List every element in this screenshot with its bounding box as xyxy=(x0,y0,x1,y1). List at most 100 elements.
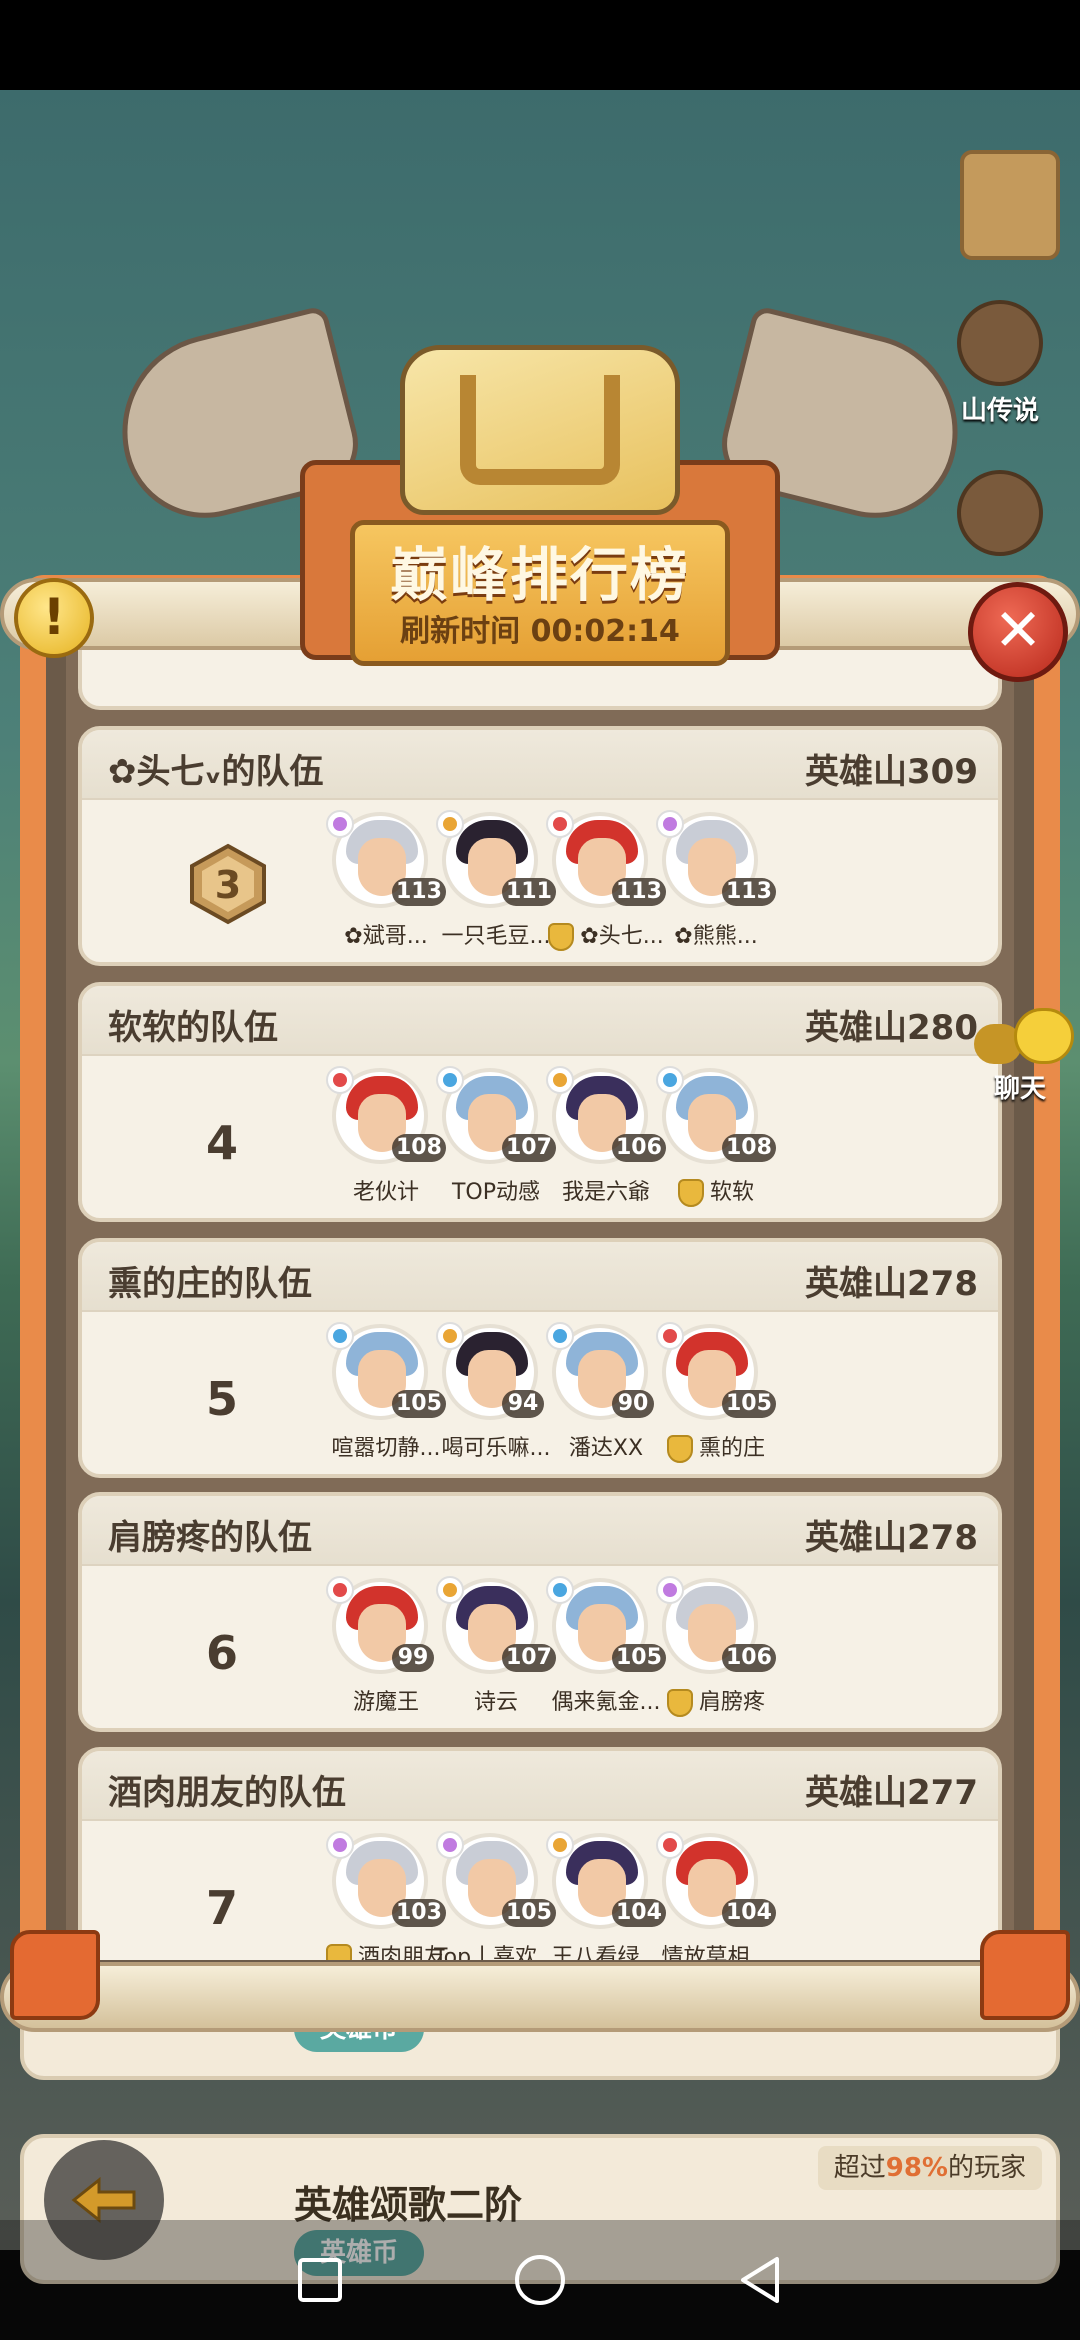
class-dot xyxy=(333,1329,347,1343)
captain-shield-icon xyxy=(666,1689,693,1717)
circle-icon xyxy=(515,2255,565,2305)
level-badge: 105 xyxy=(722,1390,776,1418)
class-dot xyxy=(553,1073,567,1087)
triangle-back-icon xyxy=(741,2257,779,2303)
team-member[interactable]: 105 熏的庄 xyxy=(626,1322,786,1474)
class-dot xyxy=(553,1329,567,1343)
percentile-note: 超过98%的玩家 xyxy=(817,2146,1042,2190)
class-icon xyxy=(436,1322,464,1350)
member-name: 情放莫相... xyxy=(626,1939,806,1960)
class-dot xyxy=(333,1073,347,1087)
caveman-icon xyxy=(957,470,1043,556)
caveman-entry[interactable] xyxy=(940,470,1060,560)
class-dot xyxy=(443,1329,457,1343)
close-button[interactable]: ✕ xyxy=(968,582,1068,682)
class-dot xyxy=(663,817,677,831)
legend-icon xyxy=(957,300,1043,386)
class-dot xyxy=(553,1583,567,1597)
captain-shield-icon xyxy=(548,923,575,951)
frame-rail-bottom xyxy=(0,1962,1080,2032)
class-dot xyxy=(443,817,457,831)
captain-shield-icon xyxy=(325,1944,352,1960)
legend-label: 山传说 xyxy=(960,396,1039,426)
class-icon xyxy=(656,1831,684,1859)
class-dot xyxy=(663,1583,677,1597)
team-card-header: ✿头七ᵥ的队伍 英雄山309 xyxy=(82,730,998,800)
class-icon xyxy=(656,810,684,838)
class-icon xyxy=(546,1066,574,1094)
recents-button[interactable] xyxy=(290,2250,350,2310)
member-name-text: 软软 xyxy=(709,1180,754,1205)
refresh-timer: 刷新时间 00:02:14 xyxy=(400,614,680,649)
team-card-header: 软软的队伍 英雄山280 xyxy=(82,986,998,1056)
team-card[interactable]: ✿头七ᵥ的队伍 英雄山309 3 113 ✿斌哥... 111 一只毛豆... 113 ✿… xyxy=(78,726,1002,966)
member-name-text: ✿熊熊... xyxy=(674,924,758,949)
scroll-icon[interactable] xyxy=(960,150,1060,260)
team-card[interactable]: 软软的队伍 英雄山280 4 108 老伙计 107 TOP动感 106 我是六爺 108 软… xyxy=(78,982,1002,1222)
team-member[interactable]: 106 肩膀疼 xyxy=(626,1576,786,1728)
team-name: 肩膀疼的队伍 xyxy=(108,1518,312,1558)
class-icon xyxy=(326,810,354,838)
rank-number: 4 xyxy=(205,1116,238,1170)
back-arrow-icon xyxy=(71,2176,136,2224)
class-dot xyxy=(333,817,347,831)
class-icon xyxy=(656,1576,684,1604)
class-dot xyxy=(663,1073,677,1087)
corner-ribbon-right xyxy=(980,1930,1070,2020)
team-card-header: 肩膀疼的队伍 英雄山278 xyxy=(82,1496,998,1566)
leaderboard-list[interactable]: ✿头七ᵥ的队伍 英雄山309 3 113 ✿斌哥... 111 一只毛豆... 113 ✿… xyxy=(66,640,1014,1960)
team-score: 英雄山277 xyxy=(805,1773,978,1813)
team-score: 英雄山278 xyxy=(805,1518,978,1558)
class-icon xyxy=(326,1066,354,1094)
rank-number: 7 xyxy=(205,1881,238,1935)
team-card-header: 酒肉朋友的队伍 英雄山277 xyxy=(82,1751,998,1821)
member-name: 肩膀疼 xyxy=(626,1684,806,1717)
class-icon xyxy=(326,1576,354,1604)
team-card[interactable]: 熏的庄的队伍 英雄山278 5 105 喧嚣切静... 94 喝可乐嘛... 90 潘达X… xyxy=(78,1238,1002,1478)
status-bar xyxy=(0,0,1080,90)
corner-ribbon-left xyxy=(10,1930,100,2020)
team-score: 英雄山309 xyxy=(805,752,978,792)
level-badge: 106 xyxy=(722,1644,776,1672)
class-dot xyxy=(663,1838,677,1852)
rank-medal-icon: 3 xyxy=(190,843,266,925)
crest-mark xyxy=(460,375,620,485)
class-dot xyxy=(333,1838,347,1852)
team-card[interactable]: 酒肉朋友的队伍 英雄山277 7 103 酒肉朋友 105 Top丨喜欢... 104 王… xyxy=(78,1747,1002,1960)
info-button[interactable]: ! xyxy=(14,578,94,658)
class-dot xyxy=(663,1329,677,1343)
class-dot xyxy=(443,1583,457,1597)
class-icon xyxy=(546,1576,574,1604)
system-nav-bar xyxy=(0,2220,1080,2340)
team-score: 英雄山280 xyxy=(805,1008,978,1048)
level-badge: 104 xyxy=(722,1899,776,1927)
level-badge: 113 xyxy=(722,878,776,906)
team-name: 酒肉朋友的队伍 xyxy=(108,1773,346,1813)
team-member[interactable]: 113 ✿熊熊... xyxy=(626,810,786,962)
rank-badge: 3 xyxy=(186,842,270,926)
member-name-text: 情放莫相... xyxy=(661,1945,771,1960)
legend-entry[interactable]: 山传说 xyxy=(940,300,1060,427)
class-icon xyxy=(436,810,464,838)
team-member[interactable]: 104 情放莫相... xyxy=(626,1831,786,1960)
class-icon xyxy=(656,1066,684,1094)
member-name: ✿熊熊... xyxy=(626,918,806,950)
team-score: 英雄山278 xyxy=(805,1264,978,1304)
member-name-text: 肩膀疼 xyxy=(698,1690,765,1715)
exclamation-icon: ! xyxy=(42,588,66,646)
class-dot xyxy=(553,1838,567,1852)
member-name-text: 熏的庄 xyxy=(698,1436,765,1461)
square-icon xyxy=(298,2258,342,2302)
class-dot xyxy=(333,1583,347,1597)
chat-bubble-icon xyxy=(1014,1008,1074,1064)
team-name: 熏的庄的队伍 xyxy=(108,1264,312,1304)
member-name-text: 诗云 xyxy=(473,1690,518,1715)
class-dot xyxy=(443,1838,457,1852)
home-button[interactable] xyxy=(510,2250,570,2310)
team-card[interactable]: 肩膀疼的队伍 英雄山278 6 99 游魔王 107 诗云 105 偶来氪金... 106 肩… xyxy=(78,1492,1002,1732)
team-member[interactable]: 108 软软 xyxy=(626,1066,786,1218)
rank-number: 3 xyxy=(215,863,241,907)
class-icon xyxy=(436,1066,464,1094)
nav-back-button[interactable] xyxy=(730,2250,790,2310)
class-icon xyxy=(436,1831,464,1859)
